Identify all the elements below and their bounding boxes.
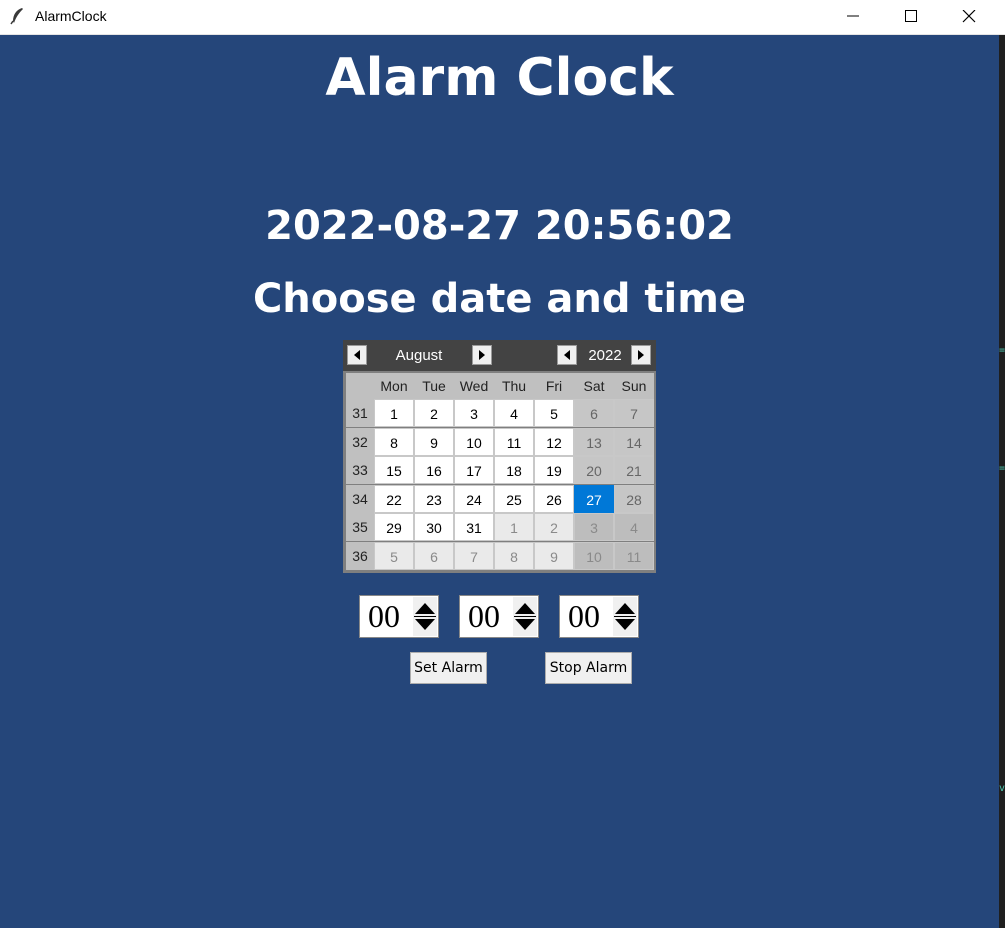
spin-up-down-icon	[514, 603, 536, 630]
calendar-day[interactable]: 2	[414, 399, 454, 427]
next-month-button[interactable]	[472, 345, 492, 365]
calendar-day[interactable]: 3	[574, 513, 614, 541]
window-titlebar: AlarmClock	[0, 0, 1005, 35]
weekday-header: Sat	[574, 373, 614, 399]
triangle-right-icon	[638, 350, 644, 360]
month-label: August	[395, 347, 443, 364]
background-editor-strip: = = v	[999, 35, 1005, 928]
calendar-day[interactable]: 11	[614, 541, 654, 570]
calendar-day[interactable]: 8	[374, 427, 414, 456]
calendar-day[interactable]: 11	[494, 427, 534, 456]
minimize-button[interactable]	[824, 0, 882, 34]
calendar-day[interactable]: 2	[534, 513, 574, 541]
minute-spinbox[interactable]: 00	[459, 595, 539, 638]
triangle-right-icon	[479, 350, 485, 360]
minute-value[interactable]: 00	[468, 598, 500, 635]
calendar-day[interactable]: 28	[614, 484, 654, 513]
calendar-day[interactable]: 18	[494, 456, 534, 484]
prev-year-button[interactable]	[557, 345, 577, 365]
calendar-day[interactable]: 17	[454, 456, 494, 484]
calendar-day[interactable]: 4	[494, 399, 534, 427]
hour-spin-arrows[interactable]	[413, 597, 437, 636]
calendar-day[interactable]: 1	[494, 513, 534, 541]
calendar-day[interactable]: 5	[374, 541, 414, 570]
calendar-day[interactable]: 7	[454, 541, 494, 570]
calendar-day[interactable]: 4	[614, 513, 654, 541]
close-icon	[962, 10, 976, 23]
hour-value[interactable]: 00	[368, 598, 400, 635]
calendar-day[interactable]: 9	[534, 541, 574, 570]
date-calendar: August 2022 Mon Tue Wed Thu Fri Sat Sun 31 1 2 3 4 5…	[343, 340, 656, 573]
week-number: 33	[346, 456, 374, 484]
second-spin-arrows[interactable]	[613, 597, 637, 636]
calendar-day[interactable]: 6	[574, 399, 614, 427]
weekday-header: Sun	[614, 373, 654, 399]
week-number: 36	[346, 541, 374, 570]
calendar-day[interactable]: 27	[574, 484, 614, 513]
weekday-header: Wed	[454, 373, 494, 399]
week-number-header	[346, 373, 374, 399]
calendar-day[interactable]: 19	[534, 456, 574, 484]
calendar-day[interactable]: 26	[534, 484, 574, 513]
spin-up-down-icon	[614, 603, 636, 630]
calendar-day[interactable]: 20	[574, 456, 614, 484]
choose-prompt: Choose date and time	[252, 276, 747, 322]
week-number: 35	[346, 513, 374, 541]
spin-up-down-icon	[414, 603, 436, 630]
calendar-day[interactable]: 15	[374, 456, 414, 484]
calendar-day[interactable]: 31	[454, 513, 494, 541]
feather-icon	[10, 7, 26, 25]
weekday-header: Mon	[374, 373, 414, 399]
triangle-left-icon	[354, 350, 360, 360]
calendar-day[interactable]: 14	[614, 427, 654, 456]
calendar-day[interactable]: 8	[494, 541, 534, 570]
year-label: 2022	[588, 347, 622, 364]
maximize-icon	[905, 10, 917, 22]
week-number: 34	[346, 484, 374, 513]
calendar-day[interactable]: 21	[614, 456, 654, 484]
next-year-button[interactable]	[631, 345, 651, 365]
calendar-day[interactable]: 3	[454, 399, 494, 427]
minute-spin-arrows[interactable]	[513, 597, 537, 636]
calendar-day[interactable]: 22	[374, 484, 414, 513]
weekday-header: Fri	[534, 373, 574, 399]
app-heading: Alarm Clock	[325, 48, 674, 108]
calendar-day[interactable]: 25	[494, 484, 534, 513]
prev-month-button[interactable]	[347, 345, 367, 365]
current-datetime: 2022-08-27 20:56:02	[265, 203, 734, 249]
stop-alarm-button[interactable]: Stop Alarm	[545, 652, 632, 684]
calendar-day[interactable]: 1	[374, 399, 414, 427]
calendar-day[interactable]: 7	[614, 399, 654, 427]
weekday-header: Tue	[414, 373, 454, 399]
calendar-header: August 2022	[343, 340, 656, 371]
minimize-icon	[847, 15, 859, 17]
calendar-day[interactable]: 10	[454, 427, 494, 456]
calendar-day[interactable]: 6	[414, 541, 454, 570]
weekday-header: Thu	[494, 373, 534, 399]
calendar-day[interactable]: 9	[414, 427, 454, 456]
week-number: 31	[346, 399, 374, 427]
calendar-day[interactable]: 16	[414, 456, 454, 484]
maximize-button[interactable]	[882, 0, 940, 34]
calendar-day[interactable]: 13	[574, 427, 614, 456]
hour-spinbox[interactable]: 00	[359, 595, 439, 638]
calendar-day[interactable]: 5	[534, 399, 574, 427]
close-button[interactable]	[940, 0, 998, 34]
second-value[interactable]: 00	[568, 598, 600, 635]
set-alarm-button[interactable]: Set Alarm	[410, 652, 487, 684]
window-title: AlarmClock	[35, 8, 107, 24]
second-spinbox[interactable]: 00	[559, 595, 639, 638]
calendar-day[interactable]: 24	[454, 484, 494, 513]
calendar-day[interactable]: 10	[574, 541, 614, 570]
triangle-left-icon	[564, 350, 570, 360]
calendar-day[interactable]: 23	[414, 484, 454, 513]
calendar-day[interactable]: 12	[534, 427, 574, 456]
week-number: 32	[346, 427, 374, 456]
calendar-day[interactable]: 29	[374, 513, 414, 541]
calendar-day[interactable]: 30	[414, 513, 454, 541]
